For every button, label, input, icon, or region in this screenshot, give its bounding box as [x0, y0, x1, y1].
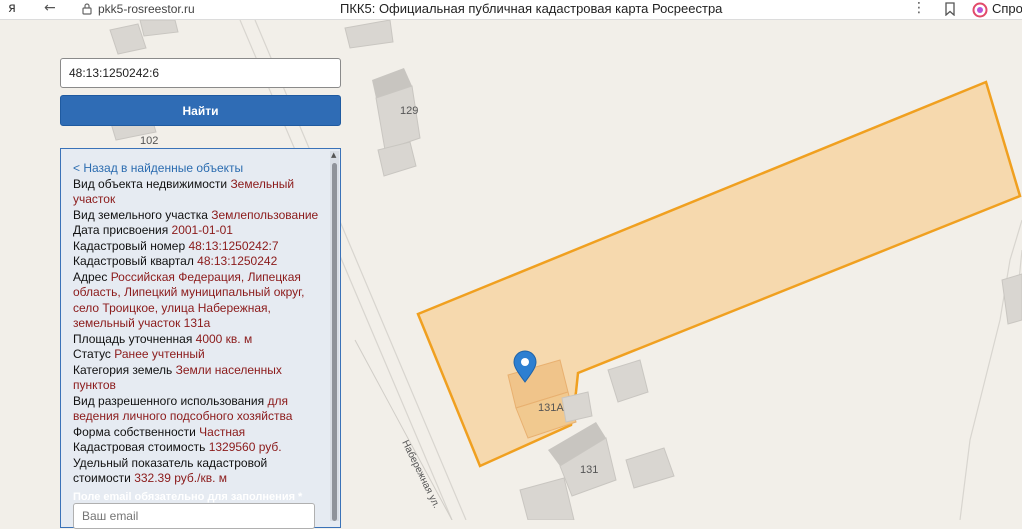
- field-label: Площадь уточненная: [73, 331, 196, 346]
- field-status: Статус Ранее учтенный: [73, 347, 321, 363]
- field-value: Ранее учтенный: [114, 347, 205, 361]
- building: [561, 391, 593, 423]
- object-info-panel: < Назад в найденные объекты Вид объекта …: [60, 148, 341, 529]
- field-value: Землепользование: [211, 207, 319, 222]
- field-label: Статус: [73, 347, 115, 361]
- lock-icon: [82, 3, 92, 15]
- field-value: 1329560 руб.: [208, 440, 282, 454]
- field-label: Кадастровый квартал: [73, 254, 198, 268]
- field-cadastral-value: Кадастровая стоимость 1329560 руб.: [73, 440, 321, 456]
- field-land-type: Вид земельного участка Землепользование: [73, 208, 321, 224]
- field-ownership-form: Форма собственности Частная: [73, 425, 321, 441]
- field-land-category: Категория земель Земли населенных пункто…: [73, 363, 321, 394]
- field-value: 48:13:1250242:7: [188, 238, 279, 253]
- field-specific-cadastral-value: Удельный показатель кадастровой стоимост…: [73, 456, 321, 487]
- house-number-131a: 131А: [538, 402, 564, 414]
- field-value: 48:13:1250242: [197, 254, 278, 268]
- back-to-results-link[interactable]: < Назад в найденные объекты: [73, 161, 321, 177]
- field-permitted-use: Вид разрешенного использования для веден…: [73, 394, 321, 425]
- field-cadastral-quarter: Кадастровый квартал 48:13:1250242: [73, 254, 321, 270]
- field-label: Адрес: [73, 269, 111, 284]
- field-cadastral-number: Кадастровый номер 48:13:1250242:7: [73, 239, 321, 255]
- panel-scrollbar[interactable]: ▲: [330, 151, 339, 521]
- field-label: Вид разрешенного использования: [73, 393, 268, 408]
- field-value: 2001-01-01: [171, 223, 233, 237]
- page-title: ПКК5: Официальная публичная кадастровая …: [340, 1, 723, 16]
- browser-logo[interactable]: я: [8, 1, 16, 16]
- scroll-up-arrow-icon[interactable]: ▲: [331, 151, 336, 159]
- house-number-102: 102: [140, 135, 158, 147]
- field-label: Дата присвоения: [73, 223, 172, 237]
- house-number-131: 131: [580, 464, 598, 476]
- find-button[interactable]: Найти: [60, 95, 341, 126]
- field-label: Вид земельного участка: [73, 207, 212, 222]
- field-label: Кадастровый номер: [73, 238, 189, 253]
- field-object-type: Вид объекта недвижимости Земельный участ…: [73, 177, 321, 208]
- cadastral-number-search-input[interactable]: [60, 58, 341, 88]
- object-info-content: < Назад в найденные объекты Вид объекта …: [73, 161, 321, 505]
- field-value: Частная: [199, 424, 246, 439]
- browser-toolbar: я ← pkk5-rosreestor.ru ПКК5: Официальная…: [0, 0, 1022, 20]
- field-label: Вид объекта недвижимости: [73, 176, 231, 191]
- address-bar-url[interactable]: pkk5-rosreestor.ru: [98, 2, 195, 16]
- bookmark-icon[interactable]: [944, 2, 956, 16]
- field-value: 4000 кв. м: [195, 331, 253, 346]
- field-label: Кадастровая стоимость: [73, 440, 209, 454]
- alice-assistant-icon[interactable]: [972, 2, 988, 18]
- field-label: Категория земель: [73, 362, 176, 377]
- more-menu-icon[interactable]: ⋮: [912, 0, 926, 16]
- field-value: 332.39 руб./кв. м: [134, 471, 227, 485]
- back-arrow-icon[interactable]: ←: [44, 0, 56, 16]
- field-area: Площадь уточненная 4000 кв. м: [73, 332, 321, 348]
- field-address: Адрес Российская Федерация, Липецкая обл…: [73, 270, 321, 332]
- ask-button[interactable]: Спро: [992, 1, 1022, 16]
- house-number-129: 129: [400, 105, 418, 117]
- field-label: Форма собственности: [73, 424, 200, 439]
- email-input[interactable]: [73, 503, 315, 529]
- scrollbar-thumb[interactable]: [332, 163, 337, 521]
- field-assignment-date: Дата присвоения 2001-01-01: [73, 223, 321, 239]
